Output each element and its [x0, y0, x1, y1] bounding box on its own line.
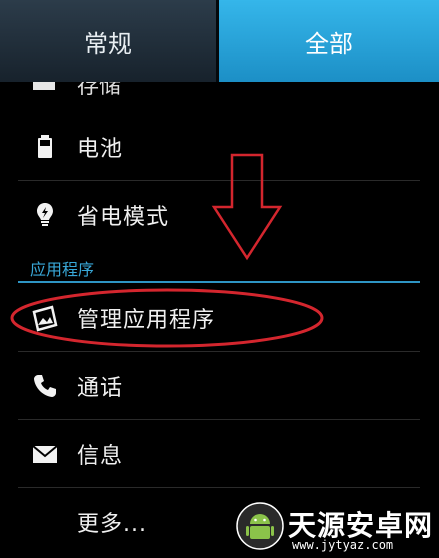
settings-item-label: 省电模式	[77, 204, 170, 230]
phone-icon	[34, 374, 56, 397]
tab-bar: 常规 全部	[0, 0, 439, 82]
manage-apps-icon	[32, 304, 58, 332]
message-icon	[32, 444, 58, 463]
watermark: 天源安卓网 www.jytyaz.com	[236, 498, 436, 556]
settings-item-storage[interactable]: 存储	[0, 82, 439, 96]
tab-common[interactable]: 常规	[0, 0, 219, 82]
power-saving-icon	[37, 202, 53, 226]
settings-item-calls[interactable]: 通话	[0, 352, 439, 419]
settings-item-label: 存储	[77, 82, 122, 96]
settings-item-label: 电池	[77, 136, 124, 162]
section-divider	[18, 281, 420, 283]
android-logo-icon	[236, 502, 284, 550]
settings-item-manage-apps[interactable]: 管理应用程序	[0, 284, 439, 351]
settings-item-label: 信息	[77, 443, 124, 469]
settings-item-label: 管理应用程序	[77, 307, 216, 333]
watermark-url: www.jytyaz.com	[292, 538, 394, 552]
settings-item-label: 更多...	[77, 511, 147, 537]
section-header-apps: 应用程序	[30, 260, 95, 279]
settings-item-messages[interactable]: 信息	[0, 420, 439, 487]
settings-item-label: 通话	[77, 375, 124, 401]
storage-icon	[33, 82, 55, 90]
settings-item-battery[interactable]: 电池	[0, 113, 439, 180]
battery-icon	[38, 134, 52, 158]
settings-item-power-saving[interactable]: 省电模式	[0, 181, 439, 248]
tab-all[interactable]: 全部	[219, 0, 439, 82]
